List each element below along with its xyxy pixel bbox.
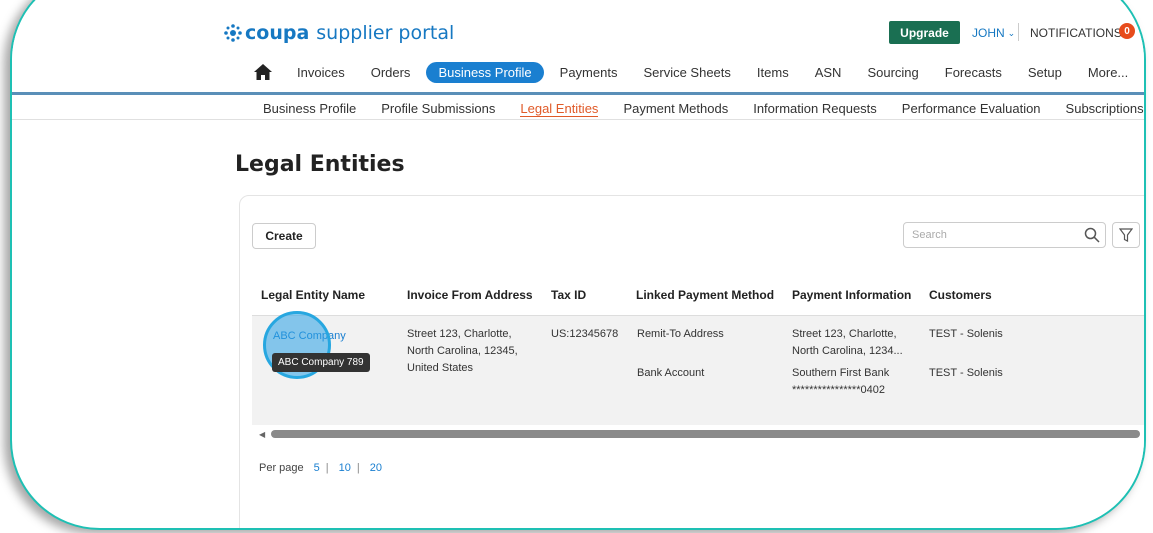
nav-asn[interactable]: ASN [815, 65, 842, 80]
invoice-address-cell: Street 123, Charlotte, North Carolina, 1… [407, 326, 518, 377]
notifications-link[interactable]: NOTIFICATIONS [1030, 26, 1122, 40]
payment-info-line: Southern First Bank [792, 367, 890, 379]
home-icon[interactable] [253, 63, 273, 81]
upgrade-button[interactable]: Upgrade [889, 21, 960, 44]
user-name: JOHN [972, 26, 1005, 40]
subnav-profile-submissions[interactable]: Profile Submissions [381, 101, 495, 117]
col-linked-payment-method[interactable]: Linked Payment Method [636, 288, 774, 302]
create-button[interactable]: Create [252, 223, 316, 249]
header-divider [1018, 23, 1019, 41]
scroll-left-arrow-icon[interactable]: ◀ [259, 430, 265, 439]
payment-info-line: ****************0402 [792, 384, 885, 396]
subnav-information-requests[interactable]: Information Requests [753, 101, 877, 117]
col-customers[interactable]: Customers [929, 288, 992, 302]
nav-items[interactable]: Items [757, 65, 789, 80]
horizontal-scrollbar[interactable] [271, 430, 1140, 438]
top-header: coupa supplier portal Upgrade JOHN ⌄ NOT… [12, 2, 1144, 92]
address-line: North Carolina, 12345, [407, 345, 518, 357]
screenshot-frame: coupa supplier portal Upgrade JOHN ⌄ NOT… [10, 0, 1146, 530]
col-payment-information[interactable]: Payment Information [792, 288, 911, 302]
main-nav: Invoices Orders Business Profile Payment… [253, 61, 1144, 83]
app-page: coupa supplier portal Upgrade JOHN ⌄ NOT… [12, 2, 1144, 528]
payment-info-line: Street 123, Charlotte, [792, 328, 897, 340]
customer-cell: TEST - Solenis [929, 328, 1003, 340]
coupa-logo-icon [224, 24, 242, 42]
sub-nav-bar: Business Profile Profile Submissions Leg… [12, 92, 1144, 120]
logo-subtitle: supplier portal [316, 22, 455, 44]
payment-info-remit: Street 123, Charlotte, North Carolina, 1… [792, 326, 903, 360]
chevron-down-icon: ⌄ [1007, 27, 1016, 38]
nav-setup[interactable]: Setup [1028, 65, 1062, 80]
filter-button[interactable] [1112, 222, 1140, 248]
per-page-5[interactable]: 5 [314, 462, 320, 474]
sub-nav: Business Profile Profile Submissions Leg… [263, 101, 1144, 117]
nav-invoices[interactable]: Invoices [297, 65, 345, 80]
nav-forecasts[interactable]: Forecasts [945, 65, 1002, 80]
nav-orders[interactable]: Orders [371, 65, 411, 80]
col-tax-id[interactable]: Tax ID [551, 288, 586, 302]
per-page-separator: | [325, 462, 329, 474]
nav-business-profile[interactable]: Business Profile [426, 61, 544, 83]
logo-brand-text: coupa [245, 22, 310, 44]
payment-info-bank: Southern First Bank ****************0402 [792, 365, 889, 399]
entity-tooltip: ABC Company 789 [272, 353, 370, 372]
page-title: Legal Entities [235, 152, 405, 177]
tax-id-cell: US:12345678 [551, 328, 619, 340]
user-menu[interactable]: JOHN ⌄ [972, 26, 1015, 40]
subnav-subscriptions[interactable]: Subscriptions [1066, 101, 1144, 117]
col-legal-entity-name[interactable]: Legal Entity Name [261, 288, 365, 302]
subnav-business-profile[interactable]: Business Profile [263, 101, 356, 117]
address-line: United States [407, 362, 474, 374]
nav-payments[interactable]: Payments [560, 65, 618, 80]
col-invoice-from-address[interactable]: Invoice From Address [407, 288, 533, 302]
notifications-badge[interactable]: 0 [1119, 23, 1135, 39]
payment-info-line: North Carolina, 1234... [792, 345, 903, 357]
filter-icon [1119, 228, 1133, 242]
payment-method-bank: Bank Account [637, 367, 705, 379]
subnav-legal-entities[interactable]: Legal Entities [520, 101, 599, 117]
payment-method-remit: Remit-To Address [637, 328, 724, 340]
subnav-payment-methods[interactable]: Payment Methods [623, 101, 728, 117]
per-page-control: Per page 5 | 10 | 20 [259, 462, 382, 474]
per-page-10[interactable]: 10 [339, 462, 351, 474]
nav-more[interactable]: More... [1088, 65, 1128, 80]
coupa-logo[interactable]: coupa supplier portal [223, 22, 454, 44]
nav-sourcing[interactable]: Sourcing [867, 65, 918, 80]
per-page-20[interactable]: 20 [370, 462, 382, 474]
nav-service-sheets[interactable]: Service Sheets [643, 65, 730, 80]
address-line: Street 123, Charlotte, [407, 328, 512, 340]
search-icon[interactable] [1084, 227, 1100, 243]
customer-cell: TEST - Solenis [929, 367, 1003, 379]
search-input[interactable] [903, 222, 1106, 248]
subnav-performance-evaluation[interactable]: Performance Evaluation [902, 101, 1041, 117]
per-page-separator: | [356, 462, 360, 474]
per-page-label: Per page [259, 462, 304, 474]
